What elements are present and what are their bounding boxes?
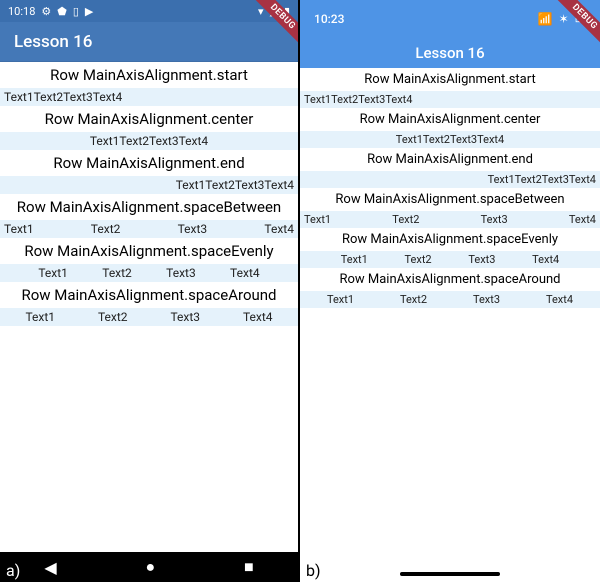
recent-icon[interactable]: ■ bbox=[244, 557, 254, 577]
cell: Text3 bbox=[542, 173, 569, 186]
cell: Text2 bbox=[91, 222, 121, 236]
row-space-evenly: Text1 Text2 Text3 Text4 bbox=[0, 264, 298, 282]
row-start: Text1Text2Text3Text4 bbox=[300, 91, 600, 108]
cell: Text2 bbox=[515, 173, 542, 186]
cell: Text3 bbox=[358, 93, 385, 106]
cell: Text2 bbox=[205, 178, 235, 192]
signal-icon: 📶 bbox=[538, 12, 553, 26]
row-center: Text1Text2Text3Text4 bbox=[300, 131, 600, 148]
cell: Text4 bbox=[569, 213, 596, 226]
cell: Text1 bbox=[4, 222, 34, 236]
cell: Text1 bbox=[488, 173, 515, 186]
cell: Text3 bbox=[473, 293, 500, 306]
heading-center: Row MainAxisAlignment.center bbox=[0, 106, 298, 132]
cell: Text4 bbox=[243, 310, 273, 324]
app-title: Lesson 16 bbox=[415, 44, 484, 62]
heading-start: Row MainAxisAlignment.start bbox=[300, 68, 600, 91]
row-end: Text1Text2Text3Text4 bbox=[0, 176, 298, 194]
cell: Text2 bbox=[405, 253, 432, 266]
cell: Text3 bbox=[63, 90, 93, 104]
heading-space-evenly: Row MainAxisAlignment.spaceEvenly bbox=[300, 228, 600, 251]
content: Row MainAxisAlignment.start Text1Text2Te… bbox=[300, 68, 600, 308]
status-time: 10:23 bbox=[314, 12, 344, 26]
row-space-around: Text1 Text2 Text3 Text4 bbox=[300, 291, 600, 308]
cell: Text2 bbox=[392, 213, 419, 226]
cell: Text1 bbox=[38, 266, 68, 280]
status-time: 10:18 bbox=[8, 5, 35, 18]
cell: Text4 bbox=[532, 253, 559, 266]
back-icon[interactable]: ◀ bbox=[44, 558, 56, 577]
cell: Text4 bbox=[385, 93, 412, 106]
heading-end: Row MainAxisAlignment.end bbox=[300, 148, 600, 171]
shield-icon: ⬟ bbox=[57, 5, 67, 18]
cell: Text2 bbox=[423, 133, 450, 146]
cell: Text4 bbox=[569, 173, 596, 186]
row-center: Text1Text2Text3Text4 bbox=[0, 132, 298, 150]
row-space-around: Text1 Text2 Text3 Text4 bbox=[0, 308, 298, 326]
cell: Text1 bbox=[304, 213, 331, 226]
row-start: Text1Text2Text3Text4 bbox=[0, 88, 298, 106]
cell: Text4 bbox=[264, 178, 294, 192]
heading-space-between: Row MainAxisAlignment.spaceBetween bbox=[0, 194, 298, 220]
cell: Text3 bbox=[166, 266, 196, 280]
cell: Text4 bbox=[477, 133, 504, 146]
cell: Text3 bbox=[481, 213, 508, 226]
status-left: 10:18 ⚙ ⬟ ▯ ▶ bbox=[8, 5, 93, 18]
home-indicator[interactable] bbox=[400, 572, 500, 576]
cell: Text4 bbox=[264, 222, 294, 236]
cell: Text4 bbox=[93, 90, 123, 104]
cell: Text1 bbox=[25, 310, 55, 324]
status-bar: 10:23 📶 ✶ ▭ bbox=[300, 0, 600, 38]
cell: Text3 bbox=[450, 133, 477, 146]
cell: Text1 bbox=[90, 134, 120, 148]
heading-center: Row MainAxisAlignment.center bbox=[300, 108, 600, 131]
heading-space-around: Row MainAxisAlignment.spaceAround bbox=[0, 282, 298, 308]
caption-b: b) bbox=[306, 561, 321, 580]
cell: Text1 bbox=[327, 293, 354, 306]
gear-icon: ⚙ bbox=[41, 5, 51, 18]
home-icon[interactable]: ● bbox=[145, 557, 155, 577]
heading-start: Row MainAxisAlignment.start bbox=[0, 62, 298, 88]
cell: Text1 bbox=[304, 93, 331, 106]
cell: Text2 bbox=[34, 90, 64, 104]
play-icon: ▶ bbox=[85, 5, 93, 18]
cell: Text3 bbox=[178, 222, 208, 236]
cell: Text1 bbox=[4, 90, 34, 104]
cell: Text1 bbox=[341, 253, 368, 266]
cell: Text1 bbox=[396, 133, 423, 146]
app-title: Lesson 16 bbox=[14, 32, 92, 52]
row-space-evenly: Text1 Text2 Text3 Text4 bbox=[300, 251, 600, 268]
page-icon: ▯ bbox=[73, 5, 79, 18]
cell: Text2 bbox=[119, 134, 149, 148]
cell: Text4 bbox=[230, 266, 260, 280]
cell: Text3 bbox=[170, 310, 200, 324]
cell: Text3 bbox=[468, 253, 495, 266]
app-bar: Lesson 16 bbox=[0, 22, 298, 62]
pane-ios: DEBUG 10:23 📶 ✶ ▭ Lesson 16 Row MainAxis… bbox=[300, 0, 600, 582]
heading-end: Row MainAxisAlignment.end bbox=[0, 150, 298, 176]
cell: Text3 bbox=[235, 178, 265, 192]
cell: Text3 bbox=[149, 134, 179, 148]
cell: Text2 bbox=[102, 266, 132, 280]
content: Row MainAxisAlignment.start Text1Text2Te… bbox=[0, 62, 298, 326]
android-nav-bar: ◀ ● ■ bbox=[0, 552, 298, 582]
caption-a: a) bbox=[6, 561, 20, 580]
cell: Text2 bbox=[98, 310, 128, 324]
cell: Text4 bbox=[546, 293, 573, 306]
status-bar: 10:18 ⚙ ⬟ ▯ ▶ ▾ ◢ ▮ bbox=[0, 0, 298, 22]
heading-space-evenly: Row MainAxisAlignment.spaceEvenly bbox=[0, 238, 298, 264]
cell: Text2 bbox=[400, 293, 427, 306]
cell: Text4 bbox=[179, 134, 209, 148]
row-space-between: Text1 Text2 Text3 Text4 bbox=[300, 211, 600, 228]
row-space-between: Text1 Text2 Text3 Text4 bbox=[0, 220, 298, 238]
cell: Text1 bbox=[176, 178, 206, 192]
row-end: Text1Text2Text3Text4 bbox=[300, 171, 600, 188]
cell: Text2 bbox=[331, 93, 358, 106]
heading-space-around: Row MainAxisAlignment.spaceAround bbox=[300, 268, 600, 291]
screenshot-pair: DEBUG 10:18 ⚙ ⬟ ▯ ▶ ▾ ◢ ▮ Lesson 16 Row … bbox=[0, 0, 600, 582]
heading-space-between: Row MainAxisAlignment.spaceBetween bbox=[300, 188, 600, 211]
wifi-icon: ✶ bbox=[559, 12, 569, 26]
pane-android: DEBUG 10:18 ⚙ ⬟ ▯ ▶ ▾ ◢ ▮ Lesson 16 Row … bbox=[0, 0, 300, 582]
app-bar: Lesson 16 bbox=[300, 38, 600, 68]
